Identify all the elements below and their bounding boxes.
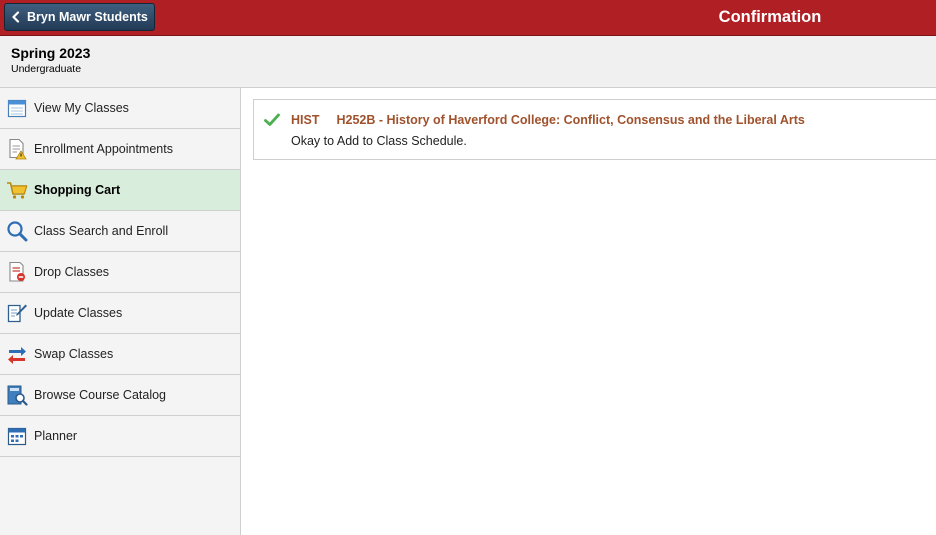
sidebar-item-label: Drop Classes bbox=[34, 265, 110, 279]
swap-arrows-icon bbox=[0, 342, 34, 366]
course-name: H252B - History of Haverford College: Co… bbox=[336, 113, 805, 127]
sidebar-item-class-search-and-enroll[interactable]: Class Search and Enroll bbox=[0, 211, 240, 252]
back-button-label: Bryn Mawr Students bbox=[27, 10, 148, 24]
term-title: Spring 2023 bbox=[11, 45, 91, 61]
confirmation-message-box: HIST H252B - History of Haverford College… bbox=[253, 99, 936, 160]
edit-document-icon bbox=[0, 301, 34, 325]
sidebar-item-planner[interactable]: Planner bbox=[0, 416, 240, 457]
main-content: HIST H252B - History of Haverford College… bbox=[241, 88, 936, 535]
sidebar-item-label: Planner bbox=[34, 429, 78, 443]
sidebar-item-label: Enrollment Appointments bbox=[34, 142, 173, 156]
sidebar: View My Classes Enrollment Appointments … bbox=[0, 88, 241, 535]
calendar-icon bbox=[0, 96, 34, 120]
sidebar-item-label: Update Classes bbox=[34, 306, 123, 320]
sidebar-item-label: View My Classes bbox=[34, 101, 129, 115]
drop-document-icon bbox=[0, 260, 34, 284]
sidebar-item-label: Shopping Cart bbox=[34, 183, 121, 197]
term-header: Spring 2023 Undergraduate bbox=[0, 36, 936, 88]
term-career: Undergraduate bbox=[11, 63, 82, 75]
planner-icon bbox=[0, 424, 34, 448]
sidebar-item-swap-classes[interactable]: Swap Classes bbox=[0, 334, 240, 375]
checkmark-icon bbox=[264, 113, 280, 132]
sidebar-item-label: Swap Classes bbox=[34, 347, 114, 361]
sidebar-item-drop-classes[interactable]: Drop Classes bbox=[0, 252, 240, 293]
page-title: Confirmation bbox=[718, 8, 822, 26]
confirmation-message: Okay to Add to Class Schedule. bbox=[291, 134, 467, 148]
catalog-search-icon bbox=[0, 383, 34, 407]
document-warning-icon bbox=[0, 137, 34, 161]
sidebar-item-browse-course-catalog[interactable]: Browse Course Catalog bbox=[0, 375, 240, 416]
back-button[interactable]: Bryn Mawr Students bbox=[4, 3, 155, 31]
header-bar: Bryn Mawr Students Confirmation bbox=[0, 0, 936, 36]
sidebar-item-label: Class Search and Enroll bbox=[34, 224, 169, 238]
sidebar-item-update-classes[interactable]: Update Classes bbox=[0, 293, 240, 334]
sidebar-item-enrollment-appointments[interactable]: Enrollment Appointments bbox=[0, 129, 240, 170]
shopping-cart-icon bbox=[0, 178, 34, 202]
chevron-left-icon bbox=[5, 11, 27, 23]
search-icon bbox=[0, 219, 34, 243]
course-title: HIST H252B - History of Haverford College… bbox=[291, 113, 805, 127]
sidebar-item-label: Browse Course Catalog bbox=[34, 388, 167, 402]
course-subject: HIST bbox=[291, 113, 320, 127]
sidebar-item-view-my-classes[interactable]: View My Classes bbox=[0, 88, 240, 129]
sidebar-item-shopping-cart[interactable]: Shopping Cart bbox=[0, 170, 240, 211]
